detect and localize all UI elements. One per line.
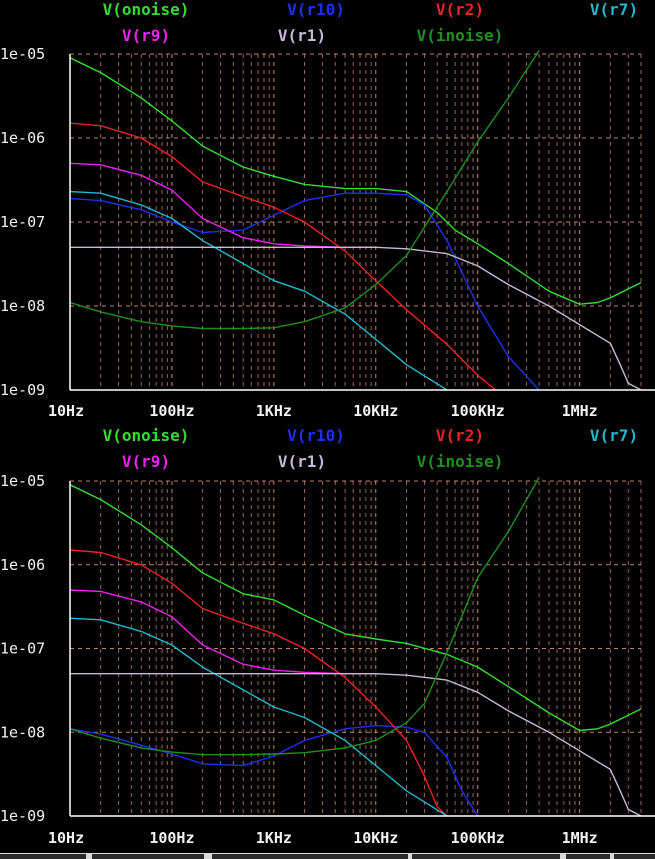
- legend-entry[interactable]: V(r10): [287, 426, 345, 445]
- x-tick-label: 10Hz: [48, 402, 84, 420]
- y-tick-label: 1e-05: [0, 45, 45, 63]
- bottom-tab-strip: [0, 853, 655, 859]
- legend-entry[interactable]: V(inoise): [417, 26, 504, 45]
- tab-segment[interactable]: [614, 854, 655, 859]
- series-line-vr9: [70, 162, 376, 248]
- legend-entry[interactable]: V(r1): [278, 452, 326, 471]
- x-tick-label: 1KHz: [256, 402, 292, 420]
- series-line-vonoise: [70, 484, 642, 732]
- legend-entry[interactable]: V(r9): [122, 452, 170, 471]
- y-tick-label: 1e-06: [0, 129, 45, 147]
- noise-plots: 1e-051e-061e-071e-081e-0910Hz 100Hz 1KHz 10…: [0, 0, 655, 847]
- legend-entry[interactable]: V(onoise): [103, 426, 190, 445]
- y-tick-label: 1e-07: [0, 640, 45, 658]
- x-tick-label: 1MHz: [562, 829, 598, 847]
- y-tick-label: 1e-08: [0, 723, 45, 741]
- x-tick-label: 10KHz: [353, 402, 398, 420]
- series-line-vr1: [70, 246, 642, 390]
- series-line-vr2: [70, 122, 497, 390]
- waveform-viewer: 1e-05 1e-06 1e-07 1e-08 1e-09 10Hz 100Hz 1KHz 10…: [0, 0, 655, 859]
- x-tick-label: 1MHz: [562, 402, 598, 420]
- tab-segment[interactable]: [0, 854, 86, 859]
- x-tick-label: 10KHz: [353, 829, 398, 847]
- y-tick-label: 1e-08: [0, 297, 45, 315]
- legend-entry[interactable]: V(r10): [287, 0, 345, 19]
- legend-entry[interactable]: V(inoise): [417, 452, 504, 471]
- y-tick-label: 1e-09: [0, 381, 45, 399]
- tab-segment[interactable]: [412, 854, 560, 859]
- legend-entry[interactable]: V(r2): [436, 0, 484, 19]
- legend-entry[interactable]: V(r7): [590, 426, 638, 445]
- legend-entry[interactable]: V(r9): [122, 26, 170, 45]
- y-tick-label: 1e-07: [0, 213, 45, 231]
- legend-entry[interactable]: V(onoise): [103, 0, 190, 19]
- x-tick-label: 100KHz: [451, 829, 505, 847]
- y-tick-label: 1e-05: [0, 472, 45, 490]
- tab-segment[interactable]: [212, 854, 408, 859]
- y-tick-label: 1e-09: [0, 807, 45, 825]
- series-line-vonoise: [70, 57, 642, 305]
- x-tick-label: 100Hz: [149, 829, 194, 847]
- legend-entry[interactable]: V(r1): [278, 26, 326, 45]
- tab-segment[interactable]: [566, 854, 610, 859]
- legend-entry[interactable]: V(r7): [590, 0, 638, 19]
- x-tick-label: 100KHz: [451, 402, 505, 420]
- y-tick-label: 1e-06: [0, 556, 45, 574]
- tab-segment[interactable]: [92, 854, 204, 859]
- x-tick-label: 100Hz: [149, 402, 194, 420]
- series-line-vr9: [70, 589, 376, 675]
- x-tick-label: 10Hz: [48, 829, 84, 847]
- legend-entry[interactable]: V(r2): [436, 426, 484, 445]
- x-tick-label: 1KHz: [256, 829, 292, 847]
